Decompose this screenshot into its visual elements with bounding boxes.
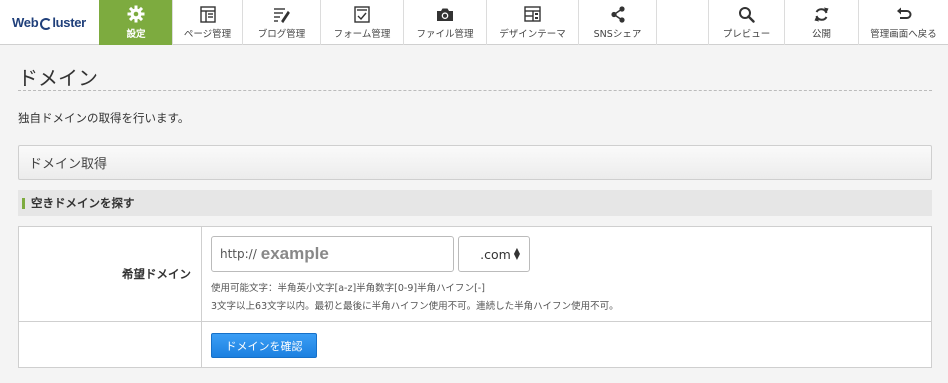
nav-design-label: デザインテーマ xyxy=(499,29,566,40)
tld-select-value: .com xyxy=(480,246,511,262)
nav-blog-label: ブログ管理 xyxy=(257,29,306,40)
submit-row: ドメインを確認 xyxy=(19,322,931,367)
http-prefix: http:// xyxy=(220,247,257,261)
gear-icon xyxy=(126,5,146,23)
tld-select[interactable]: .com ▲ ▼ xyxy=(458,236,530,272)
domain-input-row: 希望ドメイン http:// .com ▲▼ 使用可能文字：半角英小文字[a-z… xyxy=(19,227,931,322)
empty-label-cell xyxy=(19,322,202,367)
subsection-title: 空きドメインを探す xyxy=(31,196,135,210)
nav-files[interactable]: ファイル管理 xyxy=(403,0,486,45)
blog-icon xyxy=(272,5,292,23)
webcluster-logo[interactable]: Web luster xyxy=(0,0,98,45)
page-title: ドメイン xyxy=(18,66,98,90)
nav-forms-label: フォーム管理 xyxy=(333,29,391,40)
domain-name-input[interactable] xyxy=(260,244,421,264)
page-icon xyxy=(198,5,218,23)
title-divider xyxy=(18,90,932,91)
nav-preview[interactable]: プレビュー xyxy=(708,0,784,45)
nav-preview-label: プレビュー xyxy=(722,29,771,40)
subsection-header: 空きドメインを探す xyxy=(18,190,932,216)
nav-blog[interactable]: ブログ管理 xyxy=(242,0,320,45)
nav-back-label: 管理画面へ戻る xyxy=(870,29,937,40)
nav-sns[interactable]: SNSシェア xyxy=(578,0,657,45)
select-arrows-icon: ▲ ▼ xyxy=(513,246,520,261)
page-description: 独自ドメインの取得を行います。 xyxy=(18,111,190,125)
nav-files-label: ファイル管理 xyxy=(416,29,474,40)
search-icon xyxy=(737,5,757,23)
nav-sns-label: SNSシェア xyxy=(593,29,642,40)
return-icon xyxy=(894,5,914,23)
nav-publish-label: 公開 xyxy=(811,29,831,40)
nav-publish[interactable]: 公開 xyxy=(784,0,858,45)
logo-text-web: Web xyxy=(12,15,39,30)
logo-c-mark xyxy=(40,17,53,30)
confirm-domain-button[interactable]: ドメインを確認 xyxy=(211,333,317,358)
section-header: ドメイン取得 xyxy=(18,145,932,180)
nav-pages[interactable]: ページ管理 xyxy=(172,0,242,45)
nav-pages-label: ページ管理 xyxy=(183,29,232,40)
layout-icon xyxy=(523,5,543,23)
nav-settings-label: 設定 xyxy=(126,29,146,40)
nav-settings[interactable]: 設定 xyxy=(99,0,172,45)
nav-design[interactable]: デザインテーマ xyxy=(486,0,578,45)
nav-forms[interactable]: フォーム管理 xyxy=(320,0,403,45)
refresh-icon xyxy=(812,5,832,23)
camera-icon xyxy=(435,5,455,23)
nav-back-to-admin[interactable]: 管理画面へ戻る xyxy=(858,0,948,45)
allowed-characters-hint: 使用可能文字：半角英小文字[a-z]半角数字[0-9]半角ハイフン[-] xyxy=(211,283,485,294)
domain-input-box[interactable]: http:// xyxy=(211,236,454,272)
length-rules-hint: 3文字以上63文字以内。最初と最後に半角ハイフン使用不可。連続した半角ハイフン使… xyxy=(211,301,619,312)
form-icon xyxy=(352,5,372,23)
domain-form-table: 希望ドメイン http:// .com ▲▼ 使用可能文字：半角英小文字[a-z… xyxy=(18,226,932,368)
desired-domain-label: 希望ドメイン xyxy=(19,227,202,321)
logo-text-cluster: luster xyxy=(52,15,86,30)
share-icon xyxy=(608,5,628,23)
section-title: ドメイン取得 xyxy=(29,157,108,172)
main-content: ドメイン 独自ドメインの取得を行います。 ドメイン取得 空きドメインを探す 希望… xyxy=(0,46,948,383)
subsection-accent-bar xyxy=(22,197,25,209)
top-navigation-bar: Web luster 設定 ページ管理 ブログ管理 フォーム管理 ファイル管理 xyxy=(0,0,948,45)
